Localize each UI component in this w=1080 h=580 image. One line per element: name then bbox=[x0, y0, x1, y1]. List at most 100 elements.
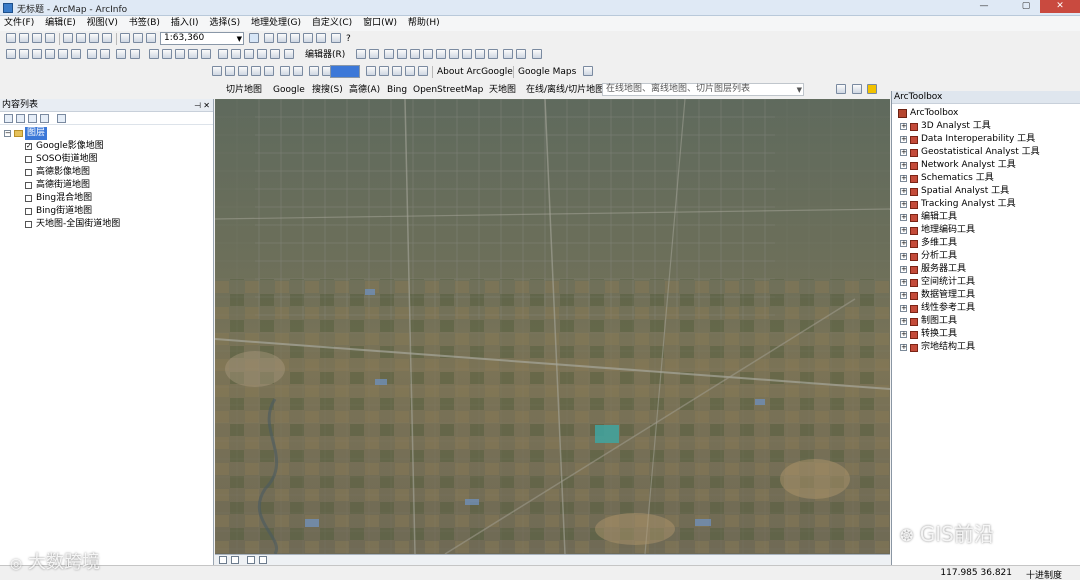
menu-geoprocessing[interactable]: 地理处理(G) bbox=[247, 16, 305, 31]
fixed-zoom-out-icon[interactable] bbox=[71, 49, 81, 59]
drawing-tool-icon[interactable] bbox=[309, 66, 319, 76]
expand-icon[interactable]: + bbox=[900, 344, 907, 351]
toolbox-item[interactable]: + Tracking Analyst 工具 bbox=[892, 198, 1080, 211]
open-icon[interactable] bbox=[19, 33, 29, 43]
layer-visibility-checkbox[interactable] bbox=[25, 208, 32, 215]
drawing-tool-icon[interactable] bbox=[212, 66, 222, 76]
drawing-tool-icon[interactable] bbox=[225, 66, 235, 76]
drawing-tool-icon[interactable] bbox=[366, 66, 376, 76]
pan-icon[interactable] bbox=[32, 49, 42, 59]
full-extent-icon[interactable] bbox=[45, 49, 55, 59]
toolbox-item[interactable]: +3D Analyst 工具 bbox=[892, 120, 1080, 133]
menu-customize[interactable]: 自定义(C) bbox=[308, 16, 356, 31]
layer-visibility-checkbox[interactable]: ✓ bbox=[25, 143, 32, 150]
toolbox-item[interactable]: + 制图工具 bbox=[892, 315, 1080, 328]
toolbox-item[interactable]: + 空间统计工具 bbox=[892, 276, 1080, 289]
point-icon[interactable] bbox=[423, 49, 433, 59]
google-menu[interactable]: Google bbox=[273, 84, 305, 96]
editor-menu[interactable]: 编辑器(R) bbox=[305, 49, 345, 61]
close-icon[interactable]: ✕ bbox=[203, 99, 210, 112]
drawing-tool-icon[interactable] bbox=[293, 66, 303, 76]
layer-visibility-checkbox[interactable] bbox=[25, 221, 32, 228]
rotate-icon[interactable] bbox=[488, 49, 498, 59]
expand-icon[interactable]: + bbox=[900, 292, 907, 299]
layout-view-icon[interactable] bbox=[231, 556, 239, 564]
expand-icon[interactable]: + bbox=[900, 149, 907, 156]
time-slider-icon[interactable] bbox=[257, 49, 267, 59]
expand-icon[interactable]: + bbox=[900, 253, 907, 260]
about-arcgoogle-button[interactable]: About ArcGoogle bbox=[437, 66, 513, 78]
edit-annotation-icon[interactable] bbox=[369, 49, 379, 59]
google-maps-menu[interactable]: Google Maps bbox=[518, 66, 576, 78]
expand-icon[interactable]: + bbox=[900, 162, 907, 169]
tile-layer-combo[interactable]: 在线地图、离线地图、切片图层列表 ▼ bbox=[602, 83, 804, 96]
find-route-icon[interactable] bbox=[231, 49, 241, 59]
fill-color-combo[interactable] bbox=[330, 65, 360, 78]
fixed-zoom-in-icon[interactable] bbox=[58, 49, 68, 59]
gaode-menu[interactable]: 高德(A) bbox=[349, 84, 380, 96]
drawing-tool-icon[interactable] bbox=[418, 66, 428, 76]
menu-insert[interactable]: 插入(I) bbox=[167, 16, 203, 31]
toolbox-item[interactable]: + 多维工具 bbox=[892, 237, 1080, 250]
model-builder-icon[interactable] bbox=[331, 33, 341, 43]
zoom-out-icon[interactable] bbox=[19, 49, 29, 59]
toolbox-item[interactable]: + 编辑工具 bbox=[892, 211, 1080, 224]
reshape-icon[interactable] bbox=[449, 49, 459, 59]
pause-drawing-icon[interactable] bbox=[259, 556, 267, 564]
new-document-icon[interactable] bbox=[6, 33, 16, 43]
drawing-tool-icon[interactable] bbox=[251, 66, 261, 76]
search-window-icon[interactable] bbox=[290, 33, 300, 43]
openstreetmap-menu[interactable]: OpenStreetMap bbox=[413, 84, 483, 96]
layer-item[interactable]: ✓ Google影像地图 bbox=[0, 140, 213, 153]
cut-icon[interactable] bbox=[63, 33, 73, 43]
attributes-icon[interactable] bbox=[503, 49, 513, 59]
find-icon[interactable] bbox=[218, 49, 228, 59]
undo-icon[interactable] bbox=[120, 33, 130, 43]
menu-bookmarks[interactable]: 书签(B) bbox=[125, 16, 164, 31]
sketch-properties-icon[interactable] bbox=[516, 49, 526, 59]
end-point-arc-icon[interactable] bbox=[397, 49, 407, 59]
toolbox-item[interactable]: + 转换工具 bbox=[892, 328, 1080, 341]
expand-icon[interactable]: + bbox=[900, 136, 907, 143]
options-icon[interactable] bbox=[57, 114, 66, 123]
go-to-xy-icon[interactable] bbox=[244, 49, 254, 59]
expand-icon[interactable]: + bbox=[900, 266, 907, 273]
expand-icon[interactable]: + bbox=[900, 214, 907, 221]
expand-icon[interactable]: + bbox=[900, 175, 907, 182]
arctoolbox-icon[interactable] bbox=[303, 33, 313, 43]
expand-icon[interactable]: + bbox=[900, 227, 907, 234]
create-features-icon[interactable] bbox=[532, 49, 542, 59]
layer-item[interactable]: 高德影像地图 bbox=[0, 166, 213, 179]
expand-icon[interactable]: + bbox=[900, 279, 907, 286]
bing-menu[interactable]: Bing bbox=[387, 84, 407, 96]
layer-item[interactable]: Bing街道地图 bbox=[0, 205, 213, 218]
layer-item[interactable]: SOSO街道地图 bbox=[0, 153, 213, 166]
toolbox-item[interactable]: + Geostatistical Analyst 工具 bbox=[892, 146, 1080, 159]
toolbox-item[interactable]: + 宗地结构工具 bbox=[892, 341, 1080, 354]
select-features-icon[interactable] bbox=[116, 49, 126, 59]
menu-file[interactable]: 文件(F) bbox=[0, 16, 38, 31]
tianditu-menu[interactable]: 天地图 bbox=[489, 84, 516, 96]
layer-visibility-checkbox[interactable] bbox=[25, 169, 32, 176]
expand-icon[interactable]: + bbox=[900, 305, 907, 312]
zoom-in-icon[interactable] bbox=[6, 49, 16, 59]
layer-item[interactable]: Bing混合地图 bbox=[0, 192, 213, 205]
delete-icon[interactable] bbox=[102, 33, 112, 43]
toolbox-item[interactable]: + Network Analyst 工具 bbox=[892, 159, 1080, 172]
menu-selection[interactable]: 选择(S) bbox=[205, 16, 244, 31]
toolbox-item[interactable]: + 服务器工具 bbox=[892, 263, 1080, 276]
editor-toolbar-icon[interactable] bbox=[249, 33, 259, 43]
download-tiles-icon[interactable] bbox=[836, 84, 846, 94]
list-by-selection-icon[interactable] bbox=[40, 114, 49, 123]
google-maps-icon[interactable] bbox=[583, 66, 593, 76]
refresh-icon[interactable] bbox=[247, 556, 255, 564]
toolbox-item[interactable]: + Data Interoperability 工具 bbox=[892, 133, 1080, 146]
clear-selection-icon[interactable] bbox=[130, 49, 140, 59]
list-by-drawing-order-icon[interactable] bbox=[4, 114, 13, 123]
menu-edit[interactable]: 编辑(E) bbox=[41, 16, 80, 31]
create-viewer-icon[interactable] bbox=[270, 49, 280, 59]
layer-item[interactable]: 高德街道地图 bbox=[0, 179, 213, 192]
drawing-tool-icon[interactable] bbox=[405, 66, 415, 76]
straight-segment-icon[interactable] bbox=[384, 49, 394, 59]
save-icon[interactable] bbox=[32, 33, 42, 43]
